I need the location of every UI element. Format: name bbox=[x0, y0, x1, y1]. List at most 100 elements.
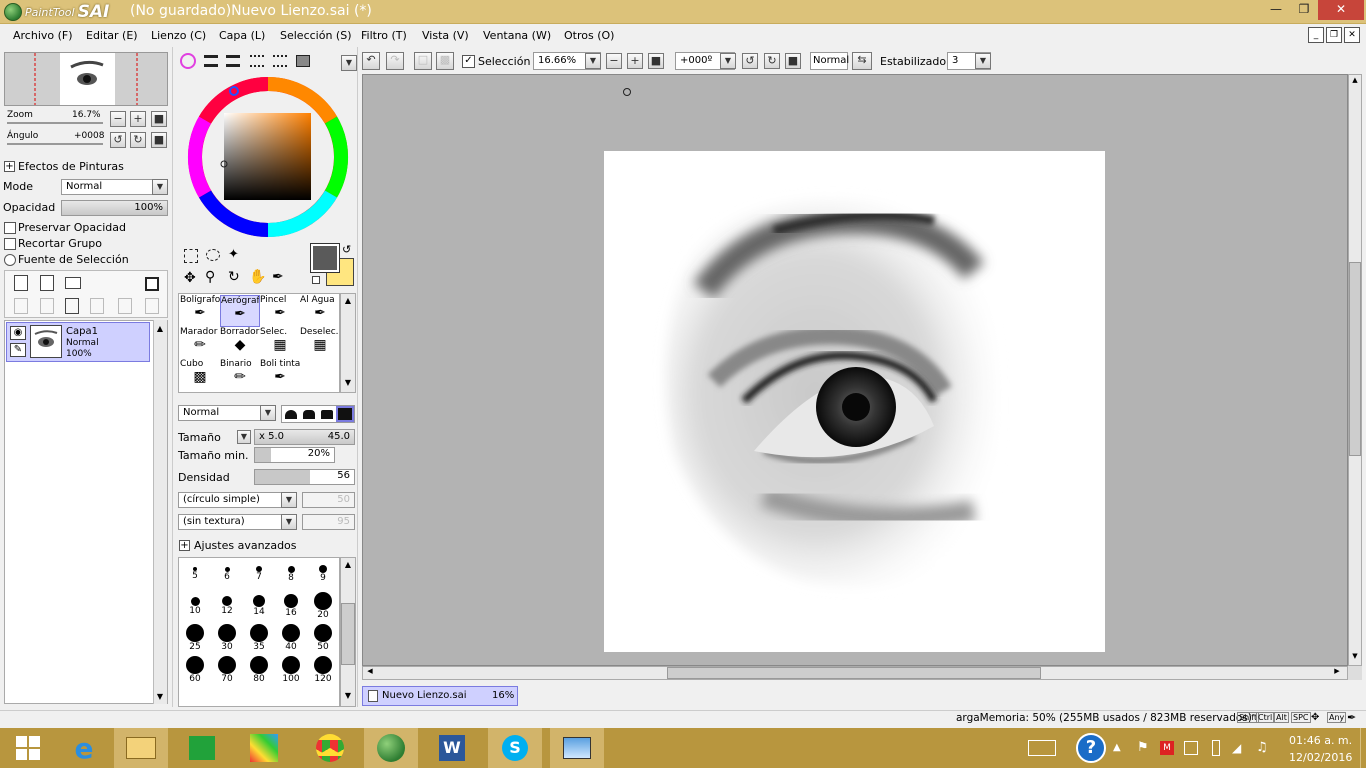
flip-icon[interactable]: ⇆ bbox=[852, 52, 872, 70]
rgb-slider-icon[interactable] bbox=[204, 55, 218, 67]
new-linework-layer-icon[interactable] bbox=[40, 275, 54, 291]
new-folder-icon[interactable] bbox=[65, 277, 81, 289]
invert-selection-icon[interactable]: ▩ bbox=[436, 52, 454, 70]
mdi-close-icon[interactable]: ✕ bbox=[1344, 27, 1360, 43]
brush-size-preset[interactable]: 100 bbox=[275, 656, 307, 688]
taskbar-ie[interactable]: e bbox=[56, 728, 112, 768]
brush-size-preset[interactable]: 12 bbox=[211, 592, 243, 624]
hsv-slider-icon[interactable] bbox=[226, 55, 240, 67]
shape-strength-slider[interactable]: 50 bbox=[302, 492, 355, 508]
pencil-icon[interactable]: ✎ bbox=[10, 343, 26, 357]
scroll-left-icon[interactable]: ◀ bbox=[364, 667, 376, 679]
brush-size-preset[interactable]: 6 bbox=[211, 560, 243, 592]
new-layer-icon[interactable] bbox=[14, 275, 28, 291]
magic-wand-icon[interactable]: ✦ bbox=[228, 247, 239, 262]
brush-size-preset[interactable]: 7 bbox=[243, 560, 275, 592]
edge-soft-icon[interactable] bbox=[321, 410, 333, 419]
brush-shape-select[interactable]: (círculo simple) bbox=[178, 492, 296, 508]
chevron-down-icon[interactable]: ▼ bbox=[720, 53, 736, 69]
rotate-reset-button[interactable]: ■ bbox=[151, 132, 167, 148]
scroll-up-icon[interactable]: ▲ bbox=[341, 560, 355, 572]
menu-archivo[interactable]: Archivo (F) bbox=[13, 29, 73, 42]
brush-size-preset[interactable]: 10 bbox=[179, 592, 211, 624]
texture-strength-slider[interactable]: 95 bbox=[302, 514, 355, 530]
chevron-down-icon[interactable]: ▼ bbox=[281, 514, 297, 530]
taskbar-app[interactable] bbox=[236, 728, 292, 768]
rotate-left-button[interactable]: ↺ bbox=[110, 132, 126, 148]
tool-pincel[interactable]: Pincel ✒ bbox=[260, 295, 300, 327]
brush-size-preset[interactable]: 5 bbox=[179, 560, 211, 592]
zoom-out-button[interactable]: − bbox=[110, 111, 126, 127]
brush-size-preset[interactable]: 80 bbox=[243, 656, 275, 688]
brush-size-preset[interactable]: 14 bbox=[243, 592, 275, 624]
brush-size-preset[interactable]: 40 bbox=[275, 624, 307, 656]
layer-opacity-slider[interactable]: 100% bbox=[61, 200, 168, 216]
maximize-button[interactable]: ❐ bbox=[1290, 0, 1318, 20]
tool-marador[interactable]: Marador ✏ bbox=[180, 327, 220, 359]
tool-selec[interactable]: Selec. ▦ bbox=[260, 327, 300, 359]
flag-icon[interactable]: ⚑ bbox=[1137, 740, 1149, 755]
brush-texture-select[interactable]: (sin textura) bbox=[178, 514, 296, 530]
zoom-icon[interactable]: ⚲ bbox=[205, 269, 215, 285]
expand-icon[interactable]: + bbox=[4, 161, 15, 172]
move-icon[interactable]: ✥ bbox=[184, 270, 196, 286]
scroll-down-icon[interactable]: ▼ bbox=[153, 690, 167, 704]
zoom-reset-button[interactable]: ■ bbox=[151, 111, 167, 127]
rotate-icon[interactable]: ↻ bbox=[228, 269, 240, 285]
taskbar-store[interactable] bbox=[174, 728, 230, 768]
color-wheel[interactable] bbox=[184, 73, 352, 241]
scroll-down-icon[interactable]: ▼ bbox=[341, 378, 355, 390]
toolbar-blend-field[interactable]: Normal bbox=[810, 52, 849, 70]
close-button[interactable]: ✕ bbox=[1318, 0, 1364, 20]
swatches-icon[interactable] bbox=[250, 55, 264, 67]
eye-icon[interactable]: ◉ bbox=[10, 326, 26, 340]
taskbar-sai[interactable] bbox=[364, 728, 418, 768]
chevron-down-icon[interactable]: ▼ bbox=[281, 492, 297, 508]
tool-al-agua[interactable]: Al Agua ✒ bbox=[300, 295, 340, 327]
min-size-slider[interactable]: 20% bbox=[254, 447, 335, 463]
brush-size-preset[interactable]: 25 bbox=[179, 624, 211, 656]
rotate-right-button[interactable]: ↻ bbox=[130, 132, 146, 148]
minimize-button[interactable]: — bbox=[1262, 0, 1290, 20]
layer-scrollbar[interactable] bbox=[153, 320, 167, 704]
zoom-in-button[interactable]: + bbox=[627, 53, 643, 69]
signal-icon[interactable]: ◢ bbox=[1232, 741, 1241, 755]
zoom-reset-button[interactable]: ■ bbox=[648, 53, 664, 69]
swap-colors-icon[interactable]: ↺ bbox=[342, 243, 351, 256]
clear-layer-icon[interactable] bbox=[65, 298, 79, 314]
edge-hard-icon[interactable] bbox=[285, 410, 297, 419]
tool-binario[interactable]: Binario ✏ bbox=[220, 359, 260, 391]
horizontal-scroll-thumb[interactable] bbox=[667, 667, 1041, 679]
tool-boligrafo[interactable]: Bolígrafo ✒ bbox=[180, 295, 220, 327]
scroll-up-icon[interactable]: ▲ bbox=[341, 296, 355, 308]
start-button[interactable] bbox=[0, 728, 56, 768]
tool-aerografo[interactable]: Aerógrafo✒ bbox=[220, 295, 260, 327]
taskbar-word[interactable]: W bbox=[424, 728, 480, 768]
brush-size-preset[interactable]: 9 bbox=[307, 560, 339, 592]
scroll-up-icon[interactable]: ▲ bbox=[153, 322, 167, 336]
brush-size-preset[interactable]: 16 bbox=[275, 592, 307, 624]
hand-icon[interactable]: ✋ bbox=[249, 269, 266, 285]
show-desktop-button[interactable] bbox=[1360, 728, 1366, 768]
tool-boli-tinta[interactable]: Boli tinta ✒ bbox=[260, 359, 300, 391]
chevron-down-icon[interactable]: ▼ bbox=[260, 405, 276, 421]
menu-filtro[interactable]: Filtro (T) bbox=[361, 29, 407, 42]
rotate-left-button[interactable]: ↺ bbox=[742, 53, 758, 69]
undo-icon[interactable]: ↶ bbox=[362, 52, 380, 70]
zoom-slider[interactable] bbox=[7, 122, 103, 124]
edge-medium-icon[interactable] bbox=[303, 410, 315, 419]
color-wheel-icon[interactable] bbox=[180, 53, 196, 69]
taskbar-explorer[interactable] bbox=[114, 728, 168, 768]
edge-square-icon[interactable] bbox=[336, 406, 354, 422]
brush-size-preset[interactable]: 60 bbox=[179, 656, 211, 688]
panel-menu-icon[interactable]: ▼ bbox=[341, 55, 357, 71]
zoom-out-button[interactable]: − bbox=[606, 53, 622, 69]
brush-size-preset[interactable]: 120 bbox=[307, 656, 339, 688]
menu-lienzo[interactable]: Lienzo (C) bbox=[151, 29, 206, 42]
clock-date[interactable]: 12/02/2016 bbox=[1289, 751, 1352, 764]
selection-checkbox[interactable]: ✓ bbox=[462, 55, 475, 68]
selection-source-radio[interactable] bbox=[4, 254, 16, 266]
scroll-right-icon[interactable]: ▶ bbox=[1331, 667, 1343, 679]
scratchpad-icon[interactable] bbox=[273, 55, 287, 67]
scroll-down-icon[interactable]: ▼ bbox=[1349, 652, 1361, 664]
